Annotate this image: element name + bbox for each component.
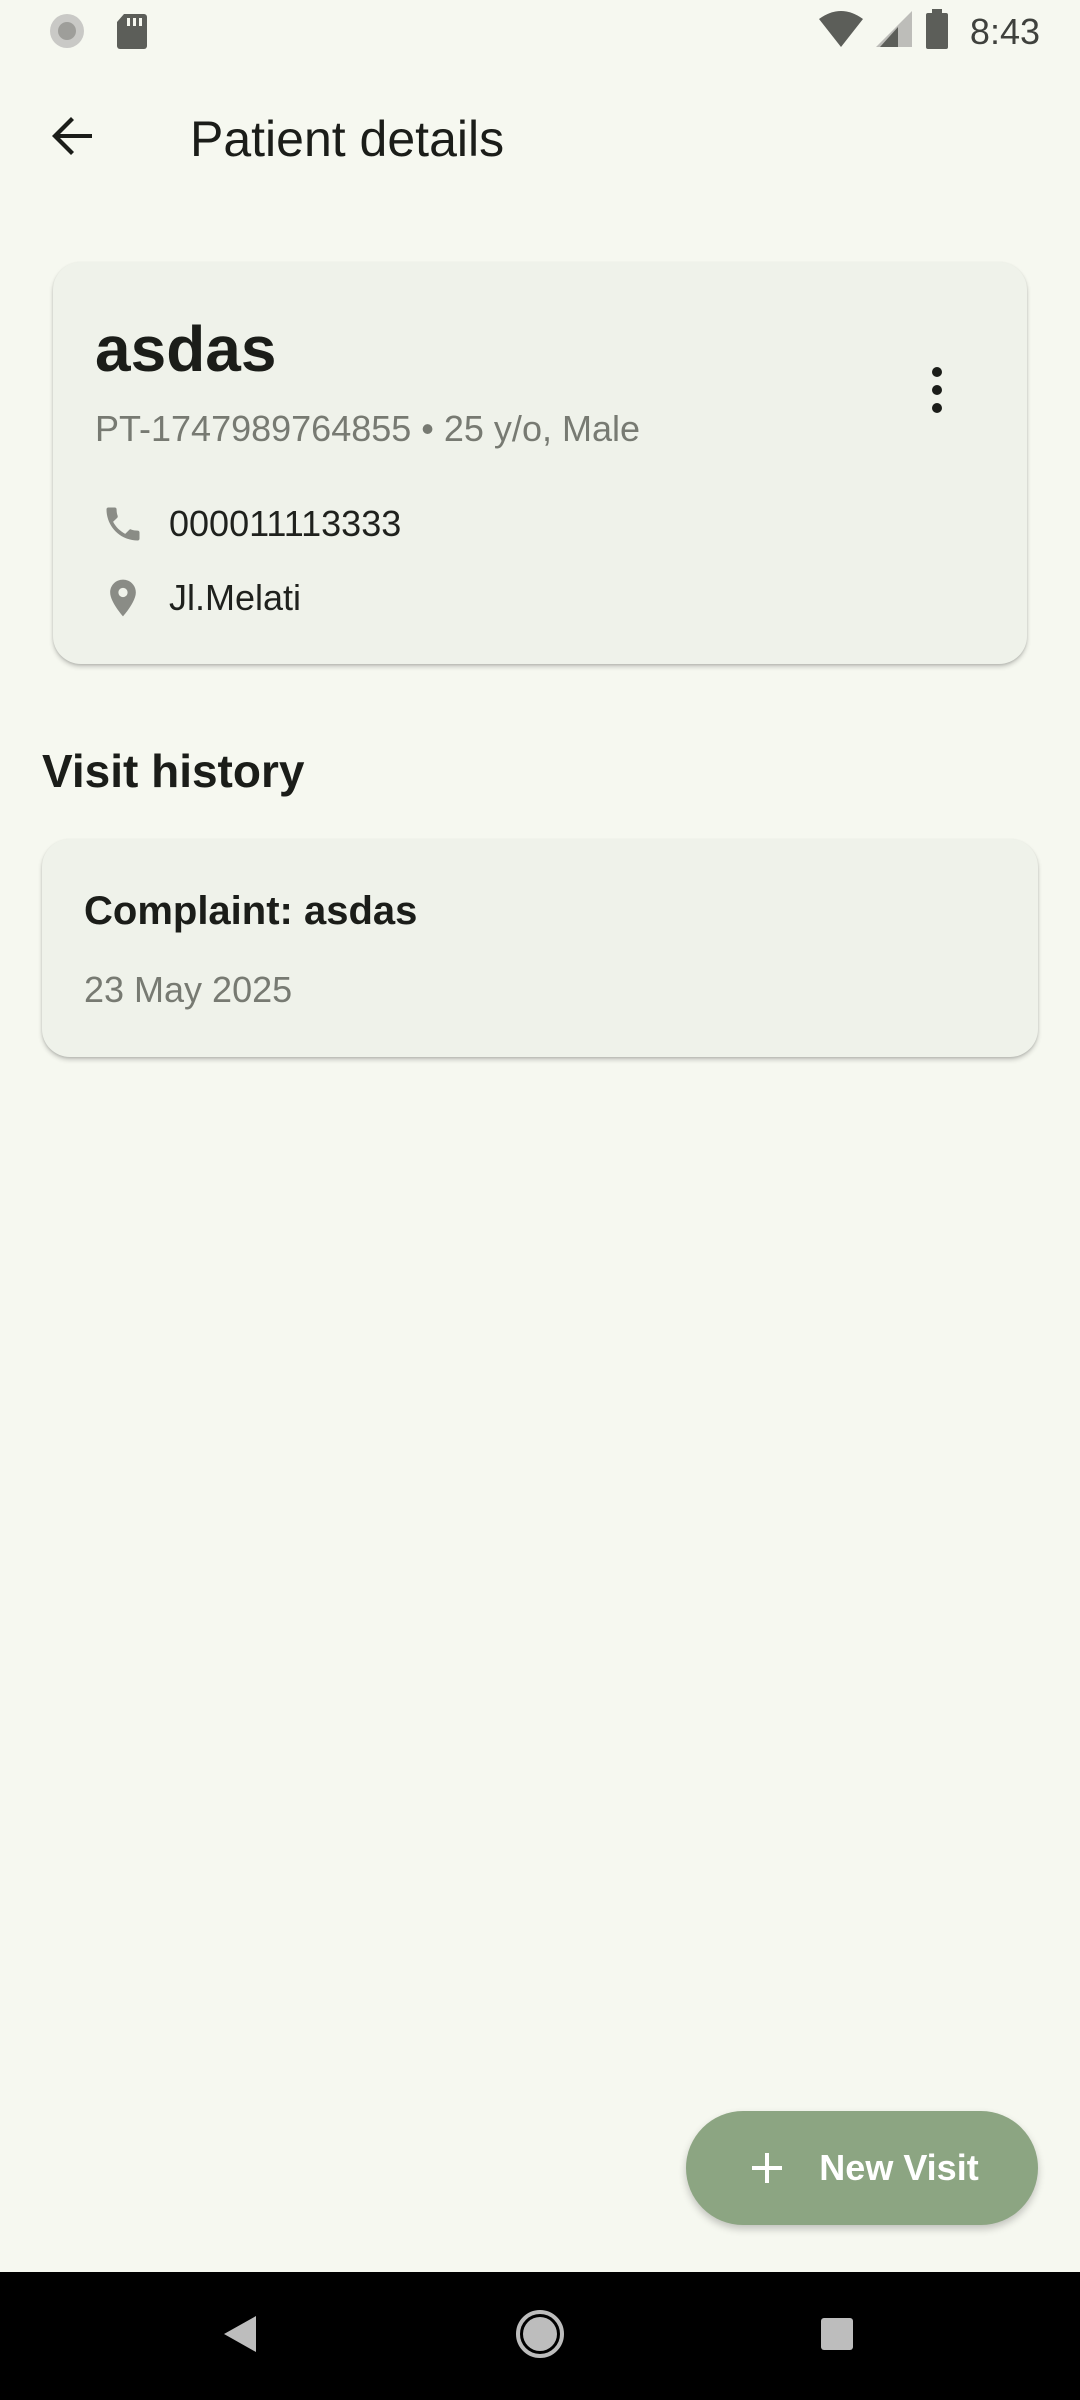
page-title: Patient details <box>190 111 505 167</box>
sd-card-icon <box>116 12 148 55</box>
address-row: Jl.Melati <box>95 570 301 626</box>
settings-spinner-icon <box>48 12 86 55</box>
status-time: 8:43 <box>969 10 1040 52</box>
nav-back-button[interactable] <box>210 2306 270 2366</box>
nav-back-icon <box>222 2314 258 2359</box>
patient-phone: 000011113333 <box>169 503 402 544</box>
new-visit-label: New Visit <box>819 2147 979 2188</box>
patient-address: Jl.Melati <box>169 577 302 618</box>
phone-row: 000011113333 <box>95 496 401 552</box>
visit-card[interactable]: Complaint: asdas 23 May 2025 <box>42 839 1038 1057</box>
nav-recents-icon <box>819 2316 855 2357</box>
top-app-bar: Patient details <box>0 92 1080 184</box>
more-vert-icon <box>929 366 945 419</box>
back-button[interactable] <box>40 106 104 170</box>
new-visit-button[interactable]: New Visit <box>686 2111 1038 2225</box>
patient-meta: PT-1747989764855 • 25 y/o, Male <box>95 408 640 449</box>
visit-history-title: Visit history <box>42 745 305 797</box>
more-options-button[interactable] <box>917 352 957 432</box>
plus-icon <box>745 2146 789 2190</box>
arrow-back-icon <box>48 112 96 165</box>
location-pin-icon <box>95 570 151 626</box>
visit-complaint: Complaint: asdas <box>84 889 418 933</box>
patient-card: asdas PT-1747989764855 • 25 y/o, Male 00… <box>53 262 1027 664</box>
status-left-icons <box>48 12 148 55</box>
system-nav-bar <box>0 2272 1080 2400</box>
signal-icon <box>874 9 914 54</box>
nav-home-icon <box>514 2308 566 2365</box>
phone-icon <box>95 496 151 552</box>
visit-date: 23 May 2025 <box>84 969 293 1010</box>
nav-recents-button[interactable] <box>807 2306 867 2366</box>
patient-name: asdas <box>95 313 277 385</box>
status-right-icons: 8:43 <box>818 8 1040 55</box>
nav-home-button[interactable] <box>510 2306 570 2366</box>
wifi-icon <box>818 9 864 54</box>
battery-icon <box>924 8 950 55</box>
status-bar: 8:43 <box>0 0 1080 64</box>
